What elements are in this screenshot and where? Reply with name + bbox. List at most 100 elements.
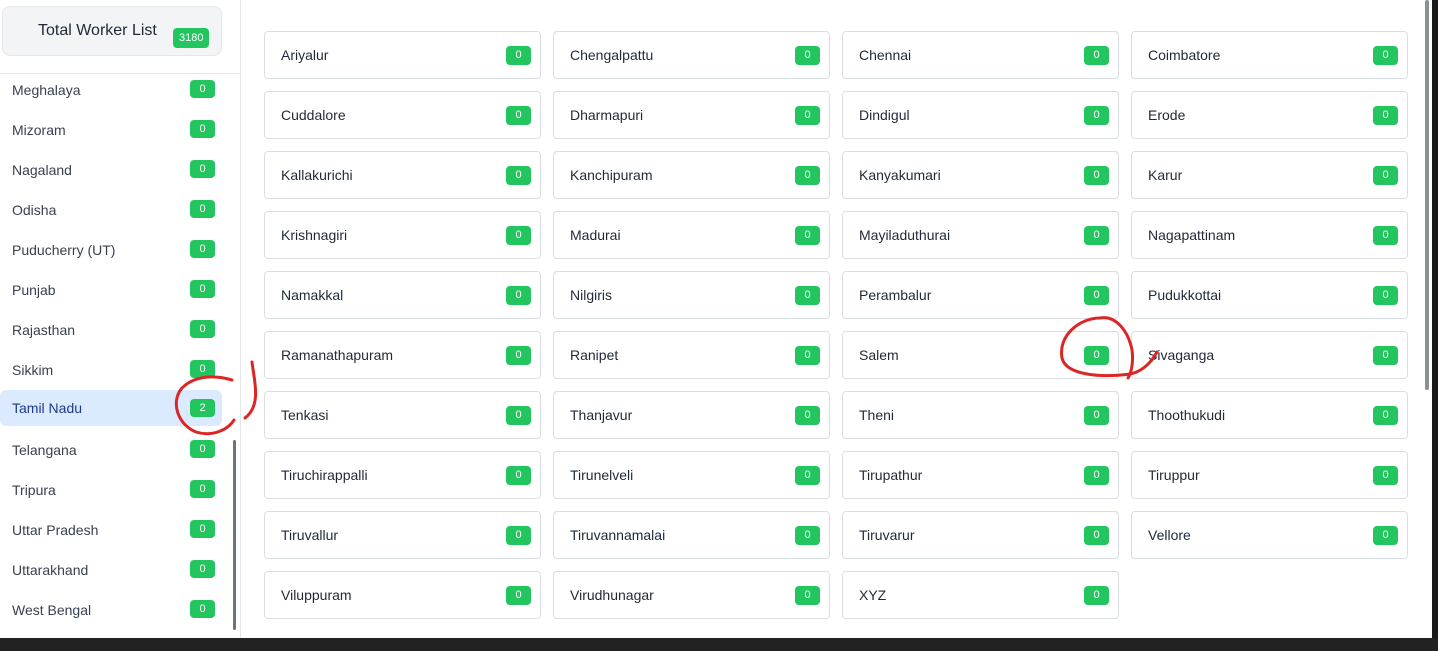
district-count-badge: 0 [506,586,531,605]
district-card[interactable]: Kallakurichi 0 [264,151,541,199]
taskbar-strip [0,638,1438,651]
district-card[interactable]: Karur 0 [1131,151,1408,199]
state-count-badge: 0 [190,480,215,498]
district-count-badge: 0 [506,226,531,245]
district-count-badge: 0 [795,286,820,305]
district-card[interactable]: Tiruvallur 0 [264,511,541,559]
district-count-badge: 0 [506,346,531,365]
state-name: Telangana [12,442,77,458]
district-name: Dindigul [859,107,910,123]
district-card[interactable]: Kanyakumari 0 [842,151,1119,199]
district-name: Ramanathapuram [281,347,394,363]
district-name: Tenkasi [281,407,329,423]
state-count-badge: 0 [190,520,215,538]
district-card[interactable]: Perambalur 0 [842,271,1119,319]
sidebar-state-item[interactable]: Odisha 0 [0,194,232,234]
district-count-badge: 0 [506,286,531,305]
district-count-badge: 0 [506,106,531,125]
district-card[interactable]: Viluppuram 0 [264,571,541,619]
district-name: Karur [1148,167,1183,183]
state-count-badge: 0 [190,320,215,338]
district-card[interactable]: Ranipet 0 [553,331,830,379]
district-count-badge: 0 [1084,346,1109,365]
district-name: Kallakurichi [281,167,353,183]
state-sidebar: Total Worker List 3180 Meghalaya 0 Mizoram… [0,0,241,638]
state-name: Punjab [12,282,56,298]
district-card[interactable]: Virudhunagar 0 [553,571,830,619]
state-count-badge: 0 [190,360,215,378]
sidebar-state-item[interactable]: Tamil Nadu 2 [0,390,222,426]
district-card[interactable]: Thoothukudi 0 [1131,391,1408,439]
district-count-badge: 0 [1373,226,1398,245]
district-card[interactable]: Chengalpattu 0 [553,31,830,79]
sidebar-state-item[interactable]: Rajasthan 0 [0,314,232,354]
district-count-badge: 0 [795,106,820,125]
district-card[interactable]: Vellore 0 [1131,511,1408,559]
sidebar-state-item[interactable]: Telangana 0 [0,434,232,474]
sidebar-state-item[interactable]: Sikkim 0 [0,354,232,394]
sidebar-state-item[interactable]: Tripura 0 [0,474,232,514]
district-card[interactable]: Dindigul 0 [842,91,1119,139]
district-card[interactable]: Dharmapuri 0 [553,91,830,139]
district-card[interactable]: Chennai 0 [842,31,1119,79]
district-count-badge: 0 [1373,46,1398,65]
district-card[interactable]: Nilgiris 0 [553,271,830,319]
district-name: Pudukkottai [1148,287,1222,303]
main-scrollbar[interactable] [1425,0,1429,390]
district-card[interactable]: Theni 0 [842,391,1119,439]
district-count-badge: 0 [1084,226,1109,245]
district-card[interactable]: Nagapattinam 0 [1131,211,1408,259]
district-card[interactable]: Tirupathur 0 [842,451,1119,499]
district-card[interactable]: Krishnagiri 0 [264,211,541,259]
district-card[interactable]: Pudukkottai 0 [1131,271,1408,319]
district-card[interactable]: Tirunelveli 0 [553,451,830,499]
district-card[interactable]: Tiruvarur 0 [842,511,1119,559]
sidebar-state-item[interactable]: Uttarakhand 0 [0,554,232,594]
district-count-badge: 0 [1084,586,1109,605]
district-card[interactable]: Tenkasi 0 [264,391,541,439]
sidebar-state-item[interactable]: Uttar Pradesh 0 [0,514,232,554]
sidebar-scrollbar[interactable] [233,440,236,630]
district-card[interactable]: Kanchipuram 0 [553,151,830,199]
district-count-badge: 0 [1373,286,1398,305]
district-card[interactable]: XYZ 0 [842,571,1119,619]
district-count-badge: 0 [795,226,820,245]
district-count-badge: 0 [1373,346,1398,365]
state-count-badge: 0 [190,80,215,98]
sidebar-state-item[interactable]: Punjab 0 [0,274,232,314]
district-name: Tiruchirappalli [281,467,368,483]
district-card[interactable]: Madurai 0 [553,211,830,259]
district-count-badge: 0 [795,526,820,545]
district-card[interactable]: Tiruchirappalli 0 [264,451,541,499]
district-card[interactable]: Ramanathapuram 0 [264,331,541,379]
district-name: Virudhunagar [570,587,654,603]
district-name: Madurai [570,227,621,243]
district-count-badge: 0 [1084,46,1109,65]
district-card[interactable]: Erode 0 [1131,91,1408,139]
district-name: Tiruvarur [859,527,915,543]
district-card[interactable]: Cuddalore 0 [264,91,541,139]
district-name: Salem [859,347,899,363]
sidebar-state-item[interactable]: Puducherry (UT) 0 [0,234,232,274]
total-worker-list-label: Total Worker List [38,22,157,39]
district-card[interactable]: Salem 0 [842,331,1119,379]
district-card[interactable]: Coimbatore 0 [1131,31,1408,79]
state-count-badge: 0 [190,600,215,618]
state-name: Odisha [12,202,57,218]
sidebar-state-item[interactable]: West Bengal 0 [0,594,232,634]
district-card[interactable]: Sivaganga 0 [1131,331,1408,379]
district-card[interactable]: Tiruppur 0 [1131,451,1408,499]
district-name: Thoothukudi [1148,407,1226,423]
district-card[interactable]: Thanjavur 0 [553,391,830,439]
district-count-badge: 0 [506,526,531,545]
state-count-badge: 0 [190,200,215,218]
district-card[interactable]: Mayiladuthurai 0 [842,211,1119,259]
district-card[interactable]: Ariyalur 0 [264,31,541,79]
sidebar-state-item[interactable]: Nagaland 0 [0,154,232,194]
district-card[interactable]: Namakkal 0 [264,271,541,319]
district-count-badge: 0 [795,586,820,605]
total-worker-list-button[interactable]: Total Worker List 3180 [2,6,222,56]
district-card[interactable]: Tiruvannamalai 0 [553,511,830,559]
sidebar-state-item[interactable]: Mizoram 0 [0,114,232,154]
sidebar-state-item[interactable]: Meghalaya 0 [0,74,232,114]
